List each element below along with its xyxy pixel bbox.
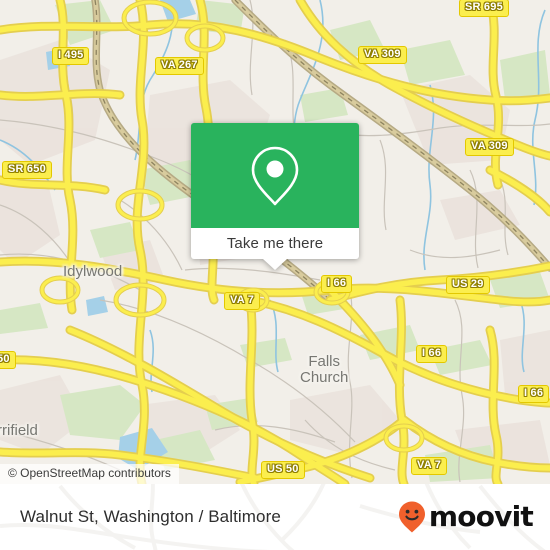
moovit-smiley-pin-icon (398, 501, 425, 533)
shield-us-50-south: US 50 (261, 461, 305, 479)
place-label-line-1: Falls (308, 353, 341, 370)
location-title: Walnut St, Washington / Baltimore (20, 507, 281, 526)
shield-va-7-south: VA 7 (411, 457, 448, 475)
take-me-there-card[interactable]: Take me there (191, 123, 359, 270)
shield-i-66-west: I 66 (321, 275, 353, 293)
card-image-area (191, 123, 359, 228)
place-label-line-2: Church (300, 369, 349, 386)
map-pin-icon (251, 146, 299, 205)
take-me-there-label: Take me there (226, 235, 324, 252)
shield-sr-650: SR 650 (2, 161, 52, 179)
moovit-logo[interactable]: moovit (397, 484, 534, 550)
shield-us-50-west: 50 (0, 351, 16, 369)
shield-us-29: US 29 (446, 276, 490, 294)
shield-va-309-east: VA 309 (465, 138, 514, 156)
moovit-wordmark: moovit (428, 500, 534, 533)
shield-va-309-north: VA 309 (358, 46, 407, 64)
shield-va-7-center: VA 7 (224, 292, 261, 310)
card-action-area[interactable]: Take me there (191, 228, 359, 270)
place-label-falls-church: Falls Church (300, 354, 348, 386)
shield-i-495: I 495 (52, 47, 90, 65)
shield-va-267: VA 267 (155, 57, 204, 75)
place-label-merrifield: rrifield (0, 422, 38, 439)
shield-i-66-center: I 66 (416, 345, 448, 363)
shield-sr-695: SR 695 (459, 0, 509, 17)
footer-bar: Walnut St, Washington / Baltimore moovit (0, 484, 550, 550)
card-pointer-tail (263, 259, 287, 270)
place-label-idylwood: Idylwood (63, 263, 123, 280)
map-canvas[interactable]: Idylwood Falls Church rrifield SR 695 VA… (0, 0, 550, 484)
osm-attribution[interactable]: © OpenStreetMap contributors (0, 464, 179, 484)
shield-i-66-east: I 66 (518, 385, 550, 403)
map-screenshot: Idylwood Falls Church rrifield SR 695 VA… (0, 0, 550, 550)
